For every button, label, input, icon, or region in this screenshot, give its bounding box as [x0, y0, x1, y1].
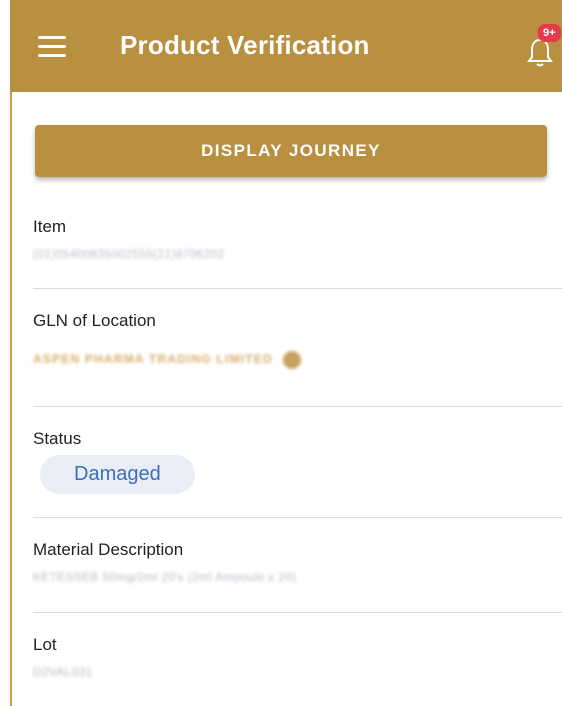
status-label: Status	[33, 429, 82, 448]
item-label: Item	[33, 217, 67, 236]
gln-value: ASPEN PHARMA TRADING LIMITED	[33, 351, 562, 369]
divider	[33, 612, 562, 613]
info-icon	[282, 351, 301, 369]
divider	[33, 517, 562, 518]
material-field: Material Description KETESSEB 50mg/2ml 2…	[33, 540, 562, 584]
gln-value-text: ASPEN PHARMA TRADING LIMITED	[33, 352, 273, 367]
lot-label: Lot	[33, 635, 57, 654]
lot-value: D2VAL031	[33, 665, 93, 679]
material-value: KETESSEB 50mg/2ml 20's (2ml Ampoule x 20…	[33, 570, 297, 584]
item-field: Item (01)05400835002555(21)8706202	[33, 217, 562, 261]
gln-field: GLN of Location ASPEN PHARMA TRADING LIM…	[33, 311, 562, 369]
status-badge: Damaged	[40, 455, 195, 494]
status-field: Status Damaged	[33, 429, 562, 494]
app-bar: Product Verification 9+	[10, 0, 562, 92]
hamburger-icon[interactable]	[38, 36, 66, 58]
page-title: Product Verification	[120, 30, 370, 60]
lot-field: Lot D2VAL031	[33, 635, 562, 679]
notification-badge: 9+	[538, 24, 561, 42]
item-value: (01)05400835002555(21)8706202	[33, 247, 225, 261]
display-journey-button[interactable]: DISPLAY JOURNEY	[35, 125, 547, 177]
content-left-border	[10, 92, 12, 706]
material-label: Material Description	[33, 540, 184, 559]
divider	[33, 288, 562, 289]
gln-label: GLN of Location	[33, 311, 156, 330]
divider	[33, 406, 562, 407]
bell-icon[interactable]: 9+	[526, 24, 562, 70]
